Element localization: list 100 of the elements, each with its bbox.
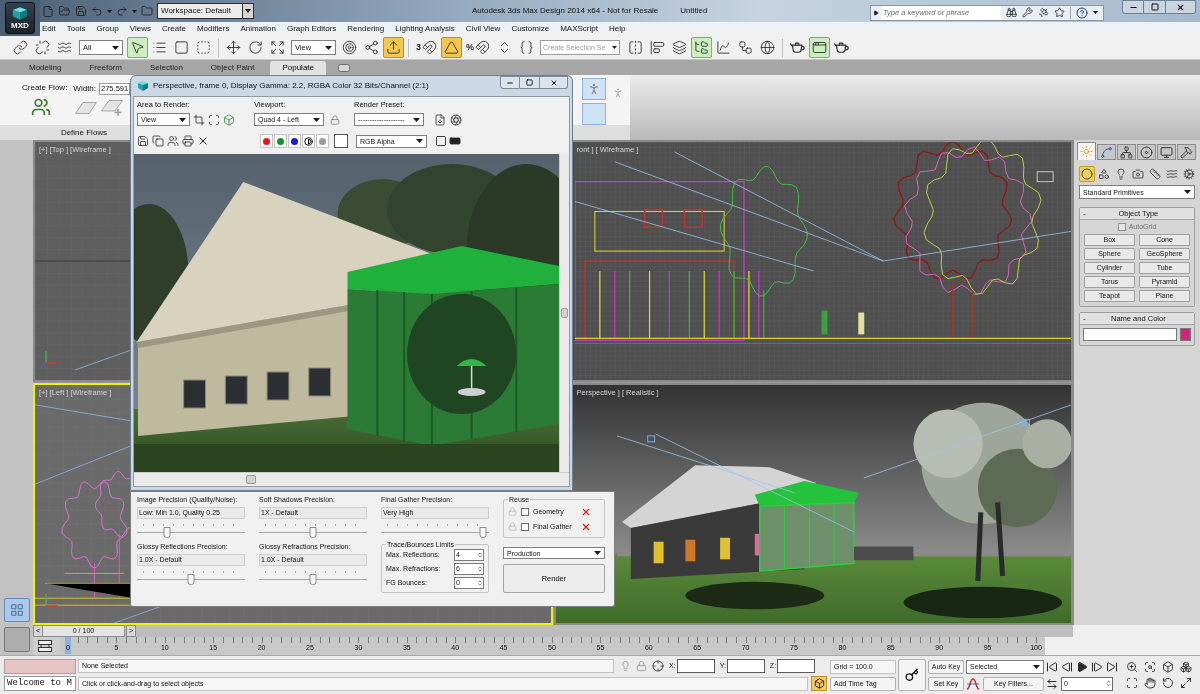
people-icon[interactable] bbox=[167, 135, 179, 147]
workspace-dropdown[interactable]: Workspace: Default bbox=[157, 3, 243, 19]
layout-tab-button[interactable] bbox=[3, 627, 30, 652]
save-icon[interactable] bbox=[137, 135, 149, 147]
zoom-in-icon[interactable] bbox=[1126, 661, 1138, 673]
menu-item[interactable]: Customize bbox=[511, 23, 550, 35]
close-icon[interactable] bbox=[549, 78, 558, 87]
aperture-icon[interactable] bbox=[450, 113, 462, 126]
scan-search-icon[interactable] bbox=[1144, 661, 1156, 673]
close-button[interactable] bbox=[1166, 0, 1196, 14]
new-file-icon[interactable] bbox=[42, 4, 54, 18]
menu-item[interactable]: Lighting Analysis bbox=[395, 23, 455, 35]
close-button[interactable] bbox=[540, 76, 568, 89]
magnet-icon[interactable] bbox=[475, 40, 491, 55]
caret-icon[interactable] bbox=[313, 117, 320, 122]
slider-thumb[interactable] bbox=[309, 574, 317, 585]
undo-icon[interactable] bbox=[91, 5, 103, 17]
color-swatch[interactable] bbox=[1180, 328, 1191, 341]
filled-rectangle-icon[interactable] bbox=[449, 135, 461, 147]
swatch-icon[interactable] bbox=[334, 134, 348, 148]
caret-icon[interactable] bbox=[179, 117, 186, 122]
maximize-icon[interactable] bbox=[1150, 3, 1159, 11]
collapse-toggle[interactable]: - bbox=[1083, 208, 1086, 219]
application-button[interactable]: MXD bbox=[5, 2, 35, 34]
slider-thumb[interactable] bbox=[163, 527, 171, 538]
pill-icon[interactable] bbox=[338, 64, 350, 72]
left-right-arrows-icon[interactable] bbox=[1046, 677, 1058, 690]
go-to-start-icon[interactable] bbox=[1046, 660, 1058, 673]
caret-icon[interactable] bbox=[325, 45, 332, 50]
collapse-toggle[interactable]: - bbox=[1083, 313, 1086, 324]
stacked-bars-icon[interactable] bbox=[38, 640, 52, 652]
ribbon-tab[interactable]: Freeform bbox=[77, 61, 134, 75]
menu-item[interactable]: Modifiers bbox=[196, 23, 230, 35]
person-icon[interactable] bbox=[587, 81, 601, 97]
caret-icon[interactable] bbox=[1184, 190, 1191, 194]
minimize-button[interactable] bbox=[1122, 0, 1144, 14]
checkbox[interactable] bbox=[521, 507, 529, 516]
previous-frame-icon[interactable] bbox=[1061, 660, 1073, 673]
rotate-icon[interactable] bbox=[1162, 677, 1174, 689]
folder-icon[interactable] bbox=[58, 5, 71, 17]
slider-track[interactable] bbox=[259, 568, 367, 585]
printer-icon[interactable] bbox=[182, 135, 194, 147]
magnet-tool-button[interactable]: 3 bbox=[413, 37, 440, 58]
folder-icon[interactable] bbox=[141, 5, 153, 17]
delete-icon[interactable] bbox=[581, 521, 591, 532]
checkbox[interactable] bbox=[521, 522, 529, 531]
cubes-icon[interactable] bbox=[1180, 661, 1192, 673]
maximize-button[interactable] bbox=[520, 76, 540, 89]
caret-icon[interactable] bbox=[1033, 664, 1040, 669]
redo-icon[interactable] bbox=[116, 5, 128, 17]
maximize-icon[interactable] bbox=[1180, 677, 1192, 689]
square-icon[interactable] bbox=[435, 135, 447, 147]
menu-item[interactable]: Views bbox=[129, 23, 151, 35]
scan-icon[interactable] bbox=[208, 113, 220, 126]
slider-thumb[interactable] bbox=[309, 527, 317, 538]
ribbon-tab[interactable]: Object Paint bbox=[198, 61, 267, 75]
ribbon-tab[interactable]: Modeling bbox=[17, 61, 74, 75]
scan-icon[interactable] bbox=[1126, 677, 1138, 689]
curve-icon[interactable] bbox=[966, 677, 980, 690]
menu-item[interactable]: Animation bbox=[240, 23, 276, 35]
object-name-field[interactable] bbox=[1083, 328, 1177, 341]
slider-track[interactable] bbox=[137, 568, 245, 585]
slider-track[interactable] bbox=[137, 521, 245, 538]
magnet-tool-button[interactable]: % bbox=[463, 37, 494, 58]
slider-thumb[interactable] bbox=[187, 574, 195, 585]
cube-icon[interactable] bbox=[1162, 661, 1174, 673]
ribbon-tab[interactable]: Populate bbox=[270, 61, 326, 75]
vertical-scrollbar[interactable] bbox=[559, 154, 569, 472]
menu-item[interactable]: MAXScript bbox=[560, 23, 598, 35]
file-icon[interactable] bbox=[434, 113, 446, 126]
logo-icon[interactable] bbox=[11, 6, 29, 20]
menu-item[interactable]: Graph Editors bbox=[286, 23, 337, 35]
crop-icon[interactable] bbox=[193, 113, 205, 126]
coordinate-field[interactable] bbox=[777, 659, 816, 673]
menu-item[interactable]: Tools bbox=[66, 23, 86, 35]
caret-icon[interactable] bbox=[594, 551, 601, 555]
key-button[interactable] bbox=[898, 659, 926, 691]
horizontal-scrollbar[interactable] bbox=[134, 472, 569, 485]
copy-icon[interactable] bbox=[152, 135, 164, 147]
ribbon-tab[interactable]: Selection bbox=[137, 61, 195, 75]
close-icon[interactable] bbox=[1176, 2, 1185, 12]
go-to-end-icon[interactable] bbox=[1106, 660, 1118, 673]
minimize-button[interactable] bbox=[500, 76, 520, 89]
magnet-icon[interactable] bbox=[422, 40, 437, 55]
caret-icon[interactable] bbox=[245, 9, 251, 13]
script-input-field[interactable] bbox=[4, 659, 76, 674]
menu-item[interactable]: Edit bbox=[42, 23, 56, 35]
coordinate-field[interactable] bbox=[676, 659, 715, 673]
menu-item[interactable]: Group bbox=[96, 23, 119, 35]
slider-thumb[interactable] bbox=[479, 527, 487, 538]
delete-icon[interactable] bbox=[581, 506, 591, 517]
caret-icon[interactable] bbox=[413, 117, 420, 122]
maximize-icon[interactable] bbox=[526, 79, 533, 86]
people-icon[interactable] bbox=[30, 97, 52, 117]
next-frame-icon[interactable] bbox=[1091, 660, 1103, 673]
caret-icon[interactable] bbox=[112, 45, 119, 50]
key-icon[interactable] bbox=[904, 668, 920, 682]
menu-item[interactable]: Create bbox=[161, 23, 186, 35]
play-icon[interactable] bbox=[1076, 660, 1088, 673]
hand-icon[interactable] bbox=[1144, 677, 1156, 689]
